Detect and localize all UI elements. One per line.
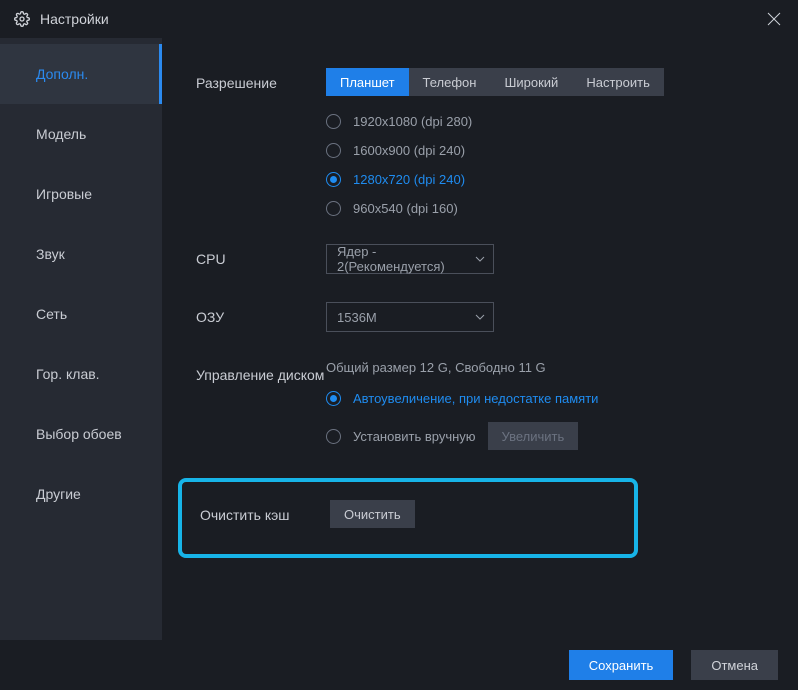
resolution-tabs: Планшет Телефон Широкий Настроить [326, 68, 778, 96]
cpu-select[interactable]: Ядер - 2(Рекомендуется) [326, 244, 494, 274]
chevron-down-icon [475, 256, 485, 262]
radio-1600x900[interactable]: 1600x900 (dpi 240) [326, 143, 778, 158]
sidebar-item-label: Гор. клав. [36, 366, 100, 382]
clear-cache-button[interactable]: Очистить [330, 500, 415, 528]
resolution-label: Разрешение [196, 68, 326, 92]
sidebar-item-wallpaper[interactable]: Выбор обоев [0, 404, 162, 464]
radio-disk-auto[interactable]: Автоувеличение, при недостатке памяти [326, 391, 778, 406]
sidebar-item-label: Модель [36, 126, 86, 142]
window-titlebar: Настройки [0, 0, 798, 38]
save-button[interactable]: Сохранить [569, 650, 674, 680]
resolution-options: 1920x1080 (dpi 280) 1600x900 (dpi 240) 1… [326, 114, 778, 216]
sidebar-item-label: Выбор обоев [36, 426, 122, 442]
tab-wide[interactable]: Широкий [490, 68, 572, 96]
sidebar-item-sound[interactable]: Звук [0, 224, 162, 284]
sidebar-item-advanced[interactable]: Дополн. [0, 44, 162, 104]
sidebar-item-hotkeys[interactable]: Гор. клав. [0, 344, 162, 404]
radio-icon [326, 143, 341, 158]
disk-label: Управление диском [196, 360, 326, 384]
expand-button: Увеличить [488, 422, 579, 450]
radio-disk-manual[interactable]: Установить вручную Увеличить [326, 422, 778, 450]
chevron-down-icon [475, 314, 485, 320]
window-title: Настройки [40, 11, 109, 27]
cpu-label: CPU [196, 244, 326, 268]
footer: Сохранить Отмена [0, 640, 798, 690]
close-icon [767, 12, 781, 26]
sidebar-item-label: Звук [36, 246, 65, 262]
sidebar: Дополн. Модель Игровые Звук Сеть Гор. кл… [0, 38, 162, 640]
radio-icon [326, 172, 341, 187]
ram-label: ОЗУ [196, 302, 326, 326]
radio-1920x1080[interactable]: 1920x1080 (dpi 280) [326, 114, 778, 129]
content-panel: Разрешение Планшет Телефон Широкий Настр… [162, 38, 798, 640]
radio-icon [326, 201, 341, 216]
close-button[interactable] [764, 9, 784, 29]
tab-phone[interactable]: Телефон [409, 68, 491, 96]
sidebar-item-game[interactable]: Игровые [0, 164, 162, 224]
sidebar-item-model[interactable]: Модель [0, 104, 162, 164]
tab-custom[interactable]: Настроить [572, 68, 664, 96]
disk-status: Общий размер 12 G, Свободно 11 G [326, 360, 778, 375]
sidebar-item-label: Сеть [36, 306, 67, 322]
gear-icon [14, 11, 30, 27]
sidebar-item-other[interactable]: Другие [0, 464, 162, 524]
cache-label: Очистить кэш [200, 500, 330, 524]
sidebar-item-label: Другие [36, 486, 81, 502]
radio-icon [326, 114, 341, 129]
sidebar-item-network[interactable]: Сеть [0, 284, 162, 344]
radio-960x540[interactable]: 960x540 (dpi 160) [326, 201, 778, 216]
ram-select[interactable]: 1536M [326, 302, 494, 332]
sidebar-item-label: Дополн. [36, 66, 88, 82]
clear-cache-highlight: Очистить кэш Очистить [178, 478, 638, 558]
radio-icon [326, 429, 341, 444]
sidebar-item-label: Игровые [36, 186, 92, 202]
radio-1280x720[interactable]: 1280x720 (dpi 240) [326, 172, 778, 187]
radio-icon [326, 391, 341, 406]
tab-tablet[interactable]: Планшет [326, 68, 409, 96]
cancel-button[interactable]: Отмена [691, 650, 778, 680]
